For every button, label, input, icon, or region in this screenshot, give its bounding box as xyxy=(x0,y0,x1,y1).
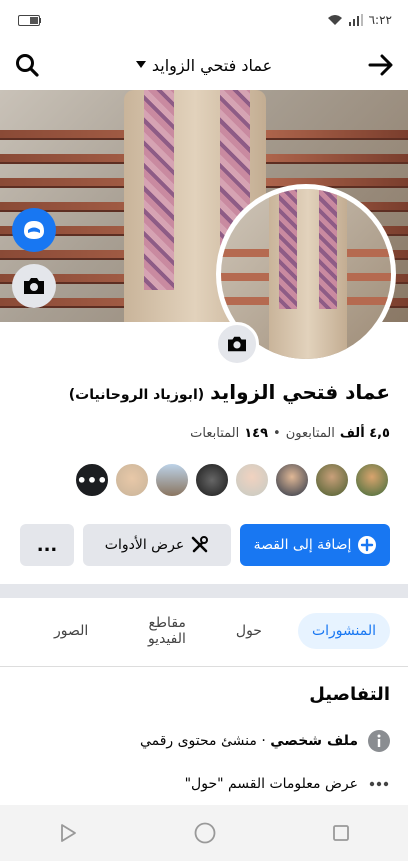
profile-camera-button[interactable] xyxy=(215,322,259,366)
view-tools-label: عرض الأدوات xyxy=(104,537,185,553)
follower-avatar[interactable] xyxy=(274,462,310,498)
follower-avatar[interactable] xyxy=(114,462,150,498)
status-bar: ٦:٢٢ xyxy=(0,0,408,40)
follower-avatar[interactable] xyxy=(154,462,190,498)
tab-videos[interactable]: مقاطع الفيديو xyxy=(124,605,200,657)
back-arrow-icon[interactable] xyxy=(368,53,394,77)
recents-square-icon[interactable] xyxy=(331,823,351,843)
back-triangle-icon[interactable] xyxy=(57,822,79,844)
camera-icon xyxy=(24,278,44,294)
followers-label[interactable]: المتابعون xyxy=(286,426,335,441)
detail-see-about-text: عرض معلومات القسم "حول" xyxy=(184,776,358,792)
profile-tabs: المنشورات حول مقاطع الفيديو الصور xyxy=(40,610,390,652)
following-count[interactable]: ١٤٩ xyxy=(244,426,268,441)
search-icon[interactable] xyxy=(14,52,40,78)
camera-icon xyxy=(228,336,246,352)
followers-count[interactable]: ٤,٥ ألف xyxy=(340,426,390,441)
tabs-divider xyxy=(0,666,408,667)
profile-actions: إضافة إلى القصة عرض الأدوات ... xyxy=(18,524,390,566)
profile-name: عماد فتحي الزوايد (ابوزياد الروحانيات) xyxy=(14,380,390,404)
avatar-studio-button[interactable] xyxy=(12,208,56,252)
caret-down-icon xyxy=(135,61,146,68)
add-to-story-label: إضافة إلى القصة xyxy=(253,537,352,553)
more-followers-button[interactable]: ••• xyxy=(74,462,110,498)
add-to-story-button[interactable]: إضافة إلى القصة xyxy=(240,524,390,566)
home-circle-icon[interactable] xyxy=(193,821,217,845)
follower-avatar[interactable] xyxy=(314,462,350,498)
plus-circle-icon xyxy=(358,536,377,554)
cover-camera-button[interactable] xyxy=(12,264,56,308)
tab-posts[interactable]: المنشورات xyxy=(297,613,390,649)
detail-profile-bold: ملف شخصي xyxy=(270,733,358,749)
battery-icon xyxy=(18,14,41,26)
avatar-face-icon xyxy=(24,221,44,239)
detail-see-about[interactable]: عرض معلومات القسم "حول" xyxy=(18,773,390,795)
info-icon xyxy=(368,730,390,752)
following-label[interactable]: المتابعات xyxy=(190,426,239,441)
header-title-dropdown[interactable]: عماد فتحي الزوايد xyxy=(135,55,273,75)
follower-avatar[interactable] xyxy=(354,462,390,498)
detail-profile-type: ملف شخصي · منشئ محتوى رقمي xyxy=(18,730,390,752)
wifi-icon xyxy=(327,15,342,25)
follow-stats: ٤,٥ ألف المتابعون • ١٤٩ المتابعات xyxy=(190,426,390,441)
detail-profile-category: · منشئ محتوى رقمي xyxy=(139,733,271,749)
profile-name-alternate: (ابوزياد الروحانيات) xyxy=(68,387,205,403)
more-options-label: ... xyxy=(36,534,58,556)
detail-profile-text: ملف شخصي · منشئ محتوى رقمي xyxy=(140,733,358,749)
tools-icon xyxy=(191,536,209,553)
signal-icon xyxy=(348,14,363,26)
view-tools-button[interactable]: عرض الأدوات xyxy=(83,524,231,566)
more-options-button[interactable]: ... xyxy=(20,524,74,566)
follower-avatar[interactable] xyxy=(194,462,230,498)
tab-about[interactable]: حول xyxy=(222,613,276,649)
profile-name-main: عماد فتحي الزوايد xyxy=(210,380,390,404)
details-heading: التفاصيل xyxy=(309,684,390,705)
header-title: عماد فتحي الزوايد xyxy=(151,55,273,75)
stats-separator: • xyxy=(273,426,281,441)
profile-header: عماد فتحي الزوايد xyxy=(0,40,408,90)
more-dots-icon xyxy=(369,781,389,787)
followers-avatar-row: ••• xyxy=(74,462,390,498)
tab-photos[interactable]: الصور xyxy=(40,613,102,649)
follower-avatar[interactable] xyxy=(234,462,270,498)
clock: ٦:٢٢ xyxy=(368,13,392,27)
system-navigation-bar xyxy=(0,805,408,861)
section-divider xyxy=(0,584,408,598)
